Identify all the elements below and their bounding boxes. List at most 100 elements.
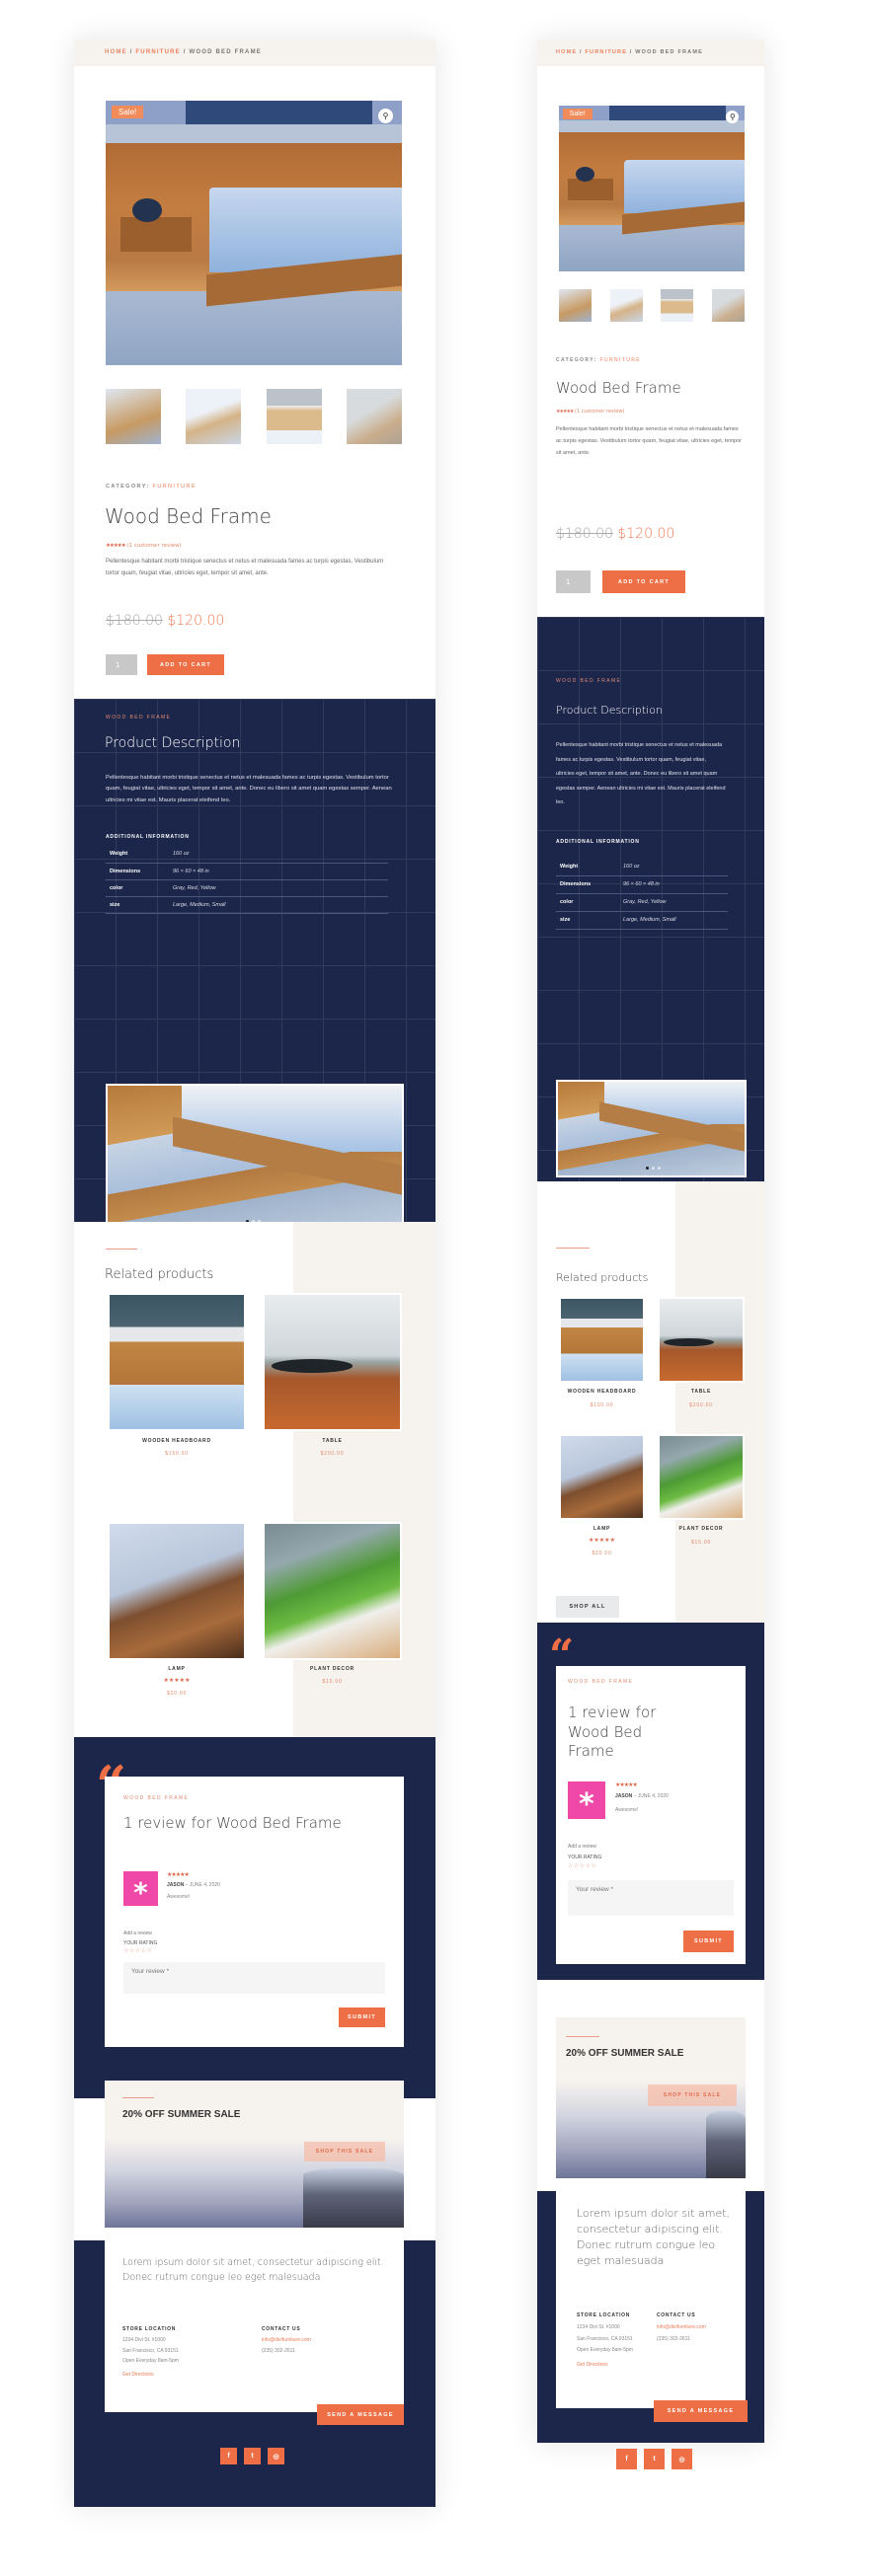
breadcrumb-current: WOOD BED FRAME [635, 49, 704, 55]
price-block: $180.00 $120.00 [106, 613, 224, 629]
product-card-plant-decor[interactable]: PLANT DECOR $15.00 [658, 1434, 745, 1546]
review-stars: ★★★★★ [167, 1871, 190, 1878]
summer-sale-banner[interactable]: 20% OFF SUMMER SALE SHOP THIS SALE [556, 2017, 746, 2178]
send-message-button[interactable]: SEND A MESSAGE [654, 2400, 748, 2422]
product-category: CATEGORY: FURNITURE [556, 357, 641, 363]
slider-dot-3[interactable] [657, 1167, 661, 1171]
product-card-lamp[interactable]: LAMP ★★★★★ $20.00 [108, 1522, 246, 1697]
shop-this-sale-button[interactable]: SHOP THIS SALE [304, 2142, 385, 2161]
product-card-plant-decor[interactable]: PLANT DECOR $15.00 [263, 1522, 402, 1685]
breadcrumb-category[interactable]: FURNITURE [135, 49, 180, 55]
thumbnail-4[interactable] [711, 289, 745, 322]
reviews-kicker: WOOD BED FRAME [123, 1795, 190, 1801]
submit-review-button[interactable]: SUBMIT [339, 2008, 385, 2027]
product-card-table[interactable]: TABLE $200.00 [263, 1293, 402, 1457]
review-link[interactable]: (1 customer review) [575, 409, 624, 415]
category-link[interactable]: FURNITURE [599, 357, 641, 363]
reviews-section: “ WOOD BED FRAME 1 review for Wood Bed F… [537, 1623, 764, 1980]
send-message-button[interactable]: SEND A MESSAGE [317, 2404, 404, 2425]
quantity-input[interactable]: 1 [556, 570, 591, 593]
product-card-lamp[interactable]: LAMP ★★★★★ $20.00 [559, 1434, 645, 1556]
email-link[interactable]: info@divifurniture.com [262, 2335, 311, 2346]
image-slider[interactable] [556, 1080, 747, 1177]
slider-dot-2[interactable] [651, 1167, 655, 1171]
old-price: $180.00 [106, 613, 163, 629]
instagram-icon[interactable]: ◎ [672, 2449, 692, 2469]
twitter-icon[interactable]: t [644, 2449, 665, 2469]
rating-input-stars[interactable]: ☆☆☆☆☆ [123, 1947, 152, 1954]
reviews-title: 1 review for Wood Bed Frame [568, 1704, 657, 1760]
related-title: Related products [105, 1267, 214, 1282]
facebook-icon[interactable]: f [616, 2449, 637, 2469]
breadcrumb-home[interactable]: HOME [105, 49, 127, 55]
product-main-image[interactable]: Sale! ⚲ [559, 106, 745, 271]
product-main-image[interactable]: Sale! ⚲ [106, 101, 402, 365]
attribute-row: color Gray, Red, Yellow [556, 893, 728, 912]
desktop-preview: HOME / FURNITURE / WOOD BED FRAME Sale! … [74, 39, 435, 2507]
your-rating-label: YOUR RATING [123, 1940, 158, 1946]
product-card-table[interactable]: TABLE $200.00 [658, 1297, 745, 1408]
category-link[interactable]: FURNITURE [153, 484, 197, 490]
related-products-section: Related products WOODEN HEADBOARD $150.0… [74, 1222, 435, 1757]
shop-this-sale-button[interactable]: SHOP THIS SALE [648, 2084, 737, 2106]
mobile-social-links: f t ◎ [616, 2449, 692, 2469]
store-address: 1234 Divi St. #1000 San Francisco, CA 931… [122, 2335, 179, 2380]
thumbnail-2[interactable] [186, 389, 242, 444]
email-link[interactable]: info@divifurniture.com [657, 2322, 706, 2334]
product-rating: ★★★★★ (1 customer review) [556, 409, 625, 415]
rating-stars: ★★★★★ [163, 1677, 191, 1684]
slider-dot-1[interactable] [645, 1167, 649, 1171]
product-short-description: Pellentesque habitant morbi tristique se… [556, 426, 743, 457]
breadcrumb-category[interactable]: FURNITURE [586, 49, 628, 55]
twitter-icon[interactable]: t [244, 2448, 261, 2464]
contact-info: info@divifurniture.com (235) 302-2611 [262, 2335, 311, 2356]
quantity-input[interactable]: 1 [106, 654, 137, 675]
shop-all-button[interactable]: SHOP ALL [556, 1596, 619, 1618]
submit-review-button[interactable]: SUBMIT [683, 1931, 734, 1952]
add-to-cart-button[interactable]: ADD TO CART [602, 570, 685, 593]
magnifier-icon[interactable]: ⚲ [378, 109, 393, 124]
thumbnail-1[interactable] [106, 389, 161, 444]
thumbnail-2[interactable] [609, 289, 643, 322]
product-short-description: Pellentesque habitant morbi tristique se… [106, 559, 384, 576]
attribute-row: Dimensions 96 × 60 × 48 in [106, 863, 388, 880]
review-textarea[interactable] [123, 1962, 385, 1994]
thumbnail-3[interactable] [266, 389, 322, 444]
product-description-section: WOOD BED FRAME Product Description Pelle… [537, 617, 764, 1181]
facebook-icon[interactable]: f [220, 2448, 237, 2464]
image-slider[interactable] [106, 1084, 404, 1234]
footer-section: Lorem ipsum dolor sit amet, consectetur … [537, 2191, 764, 2443]
add-to-cart-button[interactable]: ADD TO CART [147, 654, 224, 675]
sale-price: $120.00 [167, 613, 225, 629]
footer-section: Lorem ipsum dolor sit amet, consectetur … [74, 2240, 435, 2507]
product-card-wooden-headboard[interactable]: WOODEN HEADBOARD $150.00 [559, 1297, 645, 1408]
product-title: Wood Bed Frame [105, 504, 272, 528]
related-title: Related products [556, 1271, 649, 1284]
get-directions-link[interactable]: Get Directions [122, 2370, 179, 2381]
product-category: CATEGORY: FURNITURE [106, 484, 197, 490]
thumbnail-1[interactable] [559, 289, 592, 322]
store-address: 1234 Divi St. #1000 San Francisco, CA 931… [577, 2322, 648, 2371]
review-textarea[interactable] [568, 1880, 734, 1916]
instagram-icon[interactable]: ◎ [268, 2448, 284, 2464]
attribute-row: Dimensions 96 × 60 × 48 in [556, 875, 728, 894]
get-directions-link[interactable]: Get Directions [577, 2360, 648, 2372]
rating-input-stars[interactable]: ☆☆☆☆☆ [568, 1862, 596, 1869]
reviews-card: WOOD BED FRAME 1 review for Wood Bed Fra… [556, 1666, 746, 1964]
magnifier-icon[interactable]: ⚲ [726, 111, 740, 124]
thumbnail-strip [106, 389, 402, 444]
thumbnail-strip [559, 289, 745, 322]
breadcrumb-home[interactable]: HOME [556, 49, 577, 55]
thumbnail-3[interactable] [661, 289, 694, 322]
review-link[interactable]: (1 customer review) [126, 543, 181, 549]
attribute-row: size Large, Medium, Small [556, 911, 728, 930]
additional-info-heading: ADDITIONAL INFORMATION [106, 834, 190, 840]
reviews-title: 1 review for Wood Bed Frame [123, 1814, 342, 1832]
footer-lorem: Lorem ipsum dolor sit amet, consectetur … [577, 2207, 731, 2267]
thumbnail-4[interactable] [346, 389, 402, 444]
sale-badge: Sale! [562, 109, 592, 120]
product-card-wooden-headboard[interactable]: WOODEN HEADBOARD $150.00 [108, 1293, 246, 1457]
attribute-row: color Gray, Red, Yellow [106, 879, 388, 897]
summer-sale-banner[interactable]: 20% OFF SUMMER SALE SHOP THIS SALE [105, 2081, 404, 2228]
price-block: $180.00 $120.00 [556, 526, 675, 542]
